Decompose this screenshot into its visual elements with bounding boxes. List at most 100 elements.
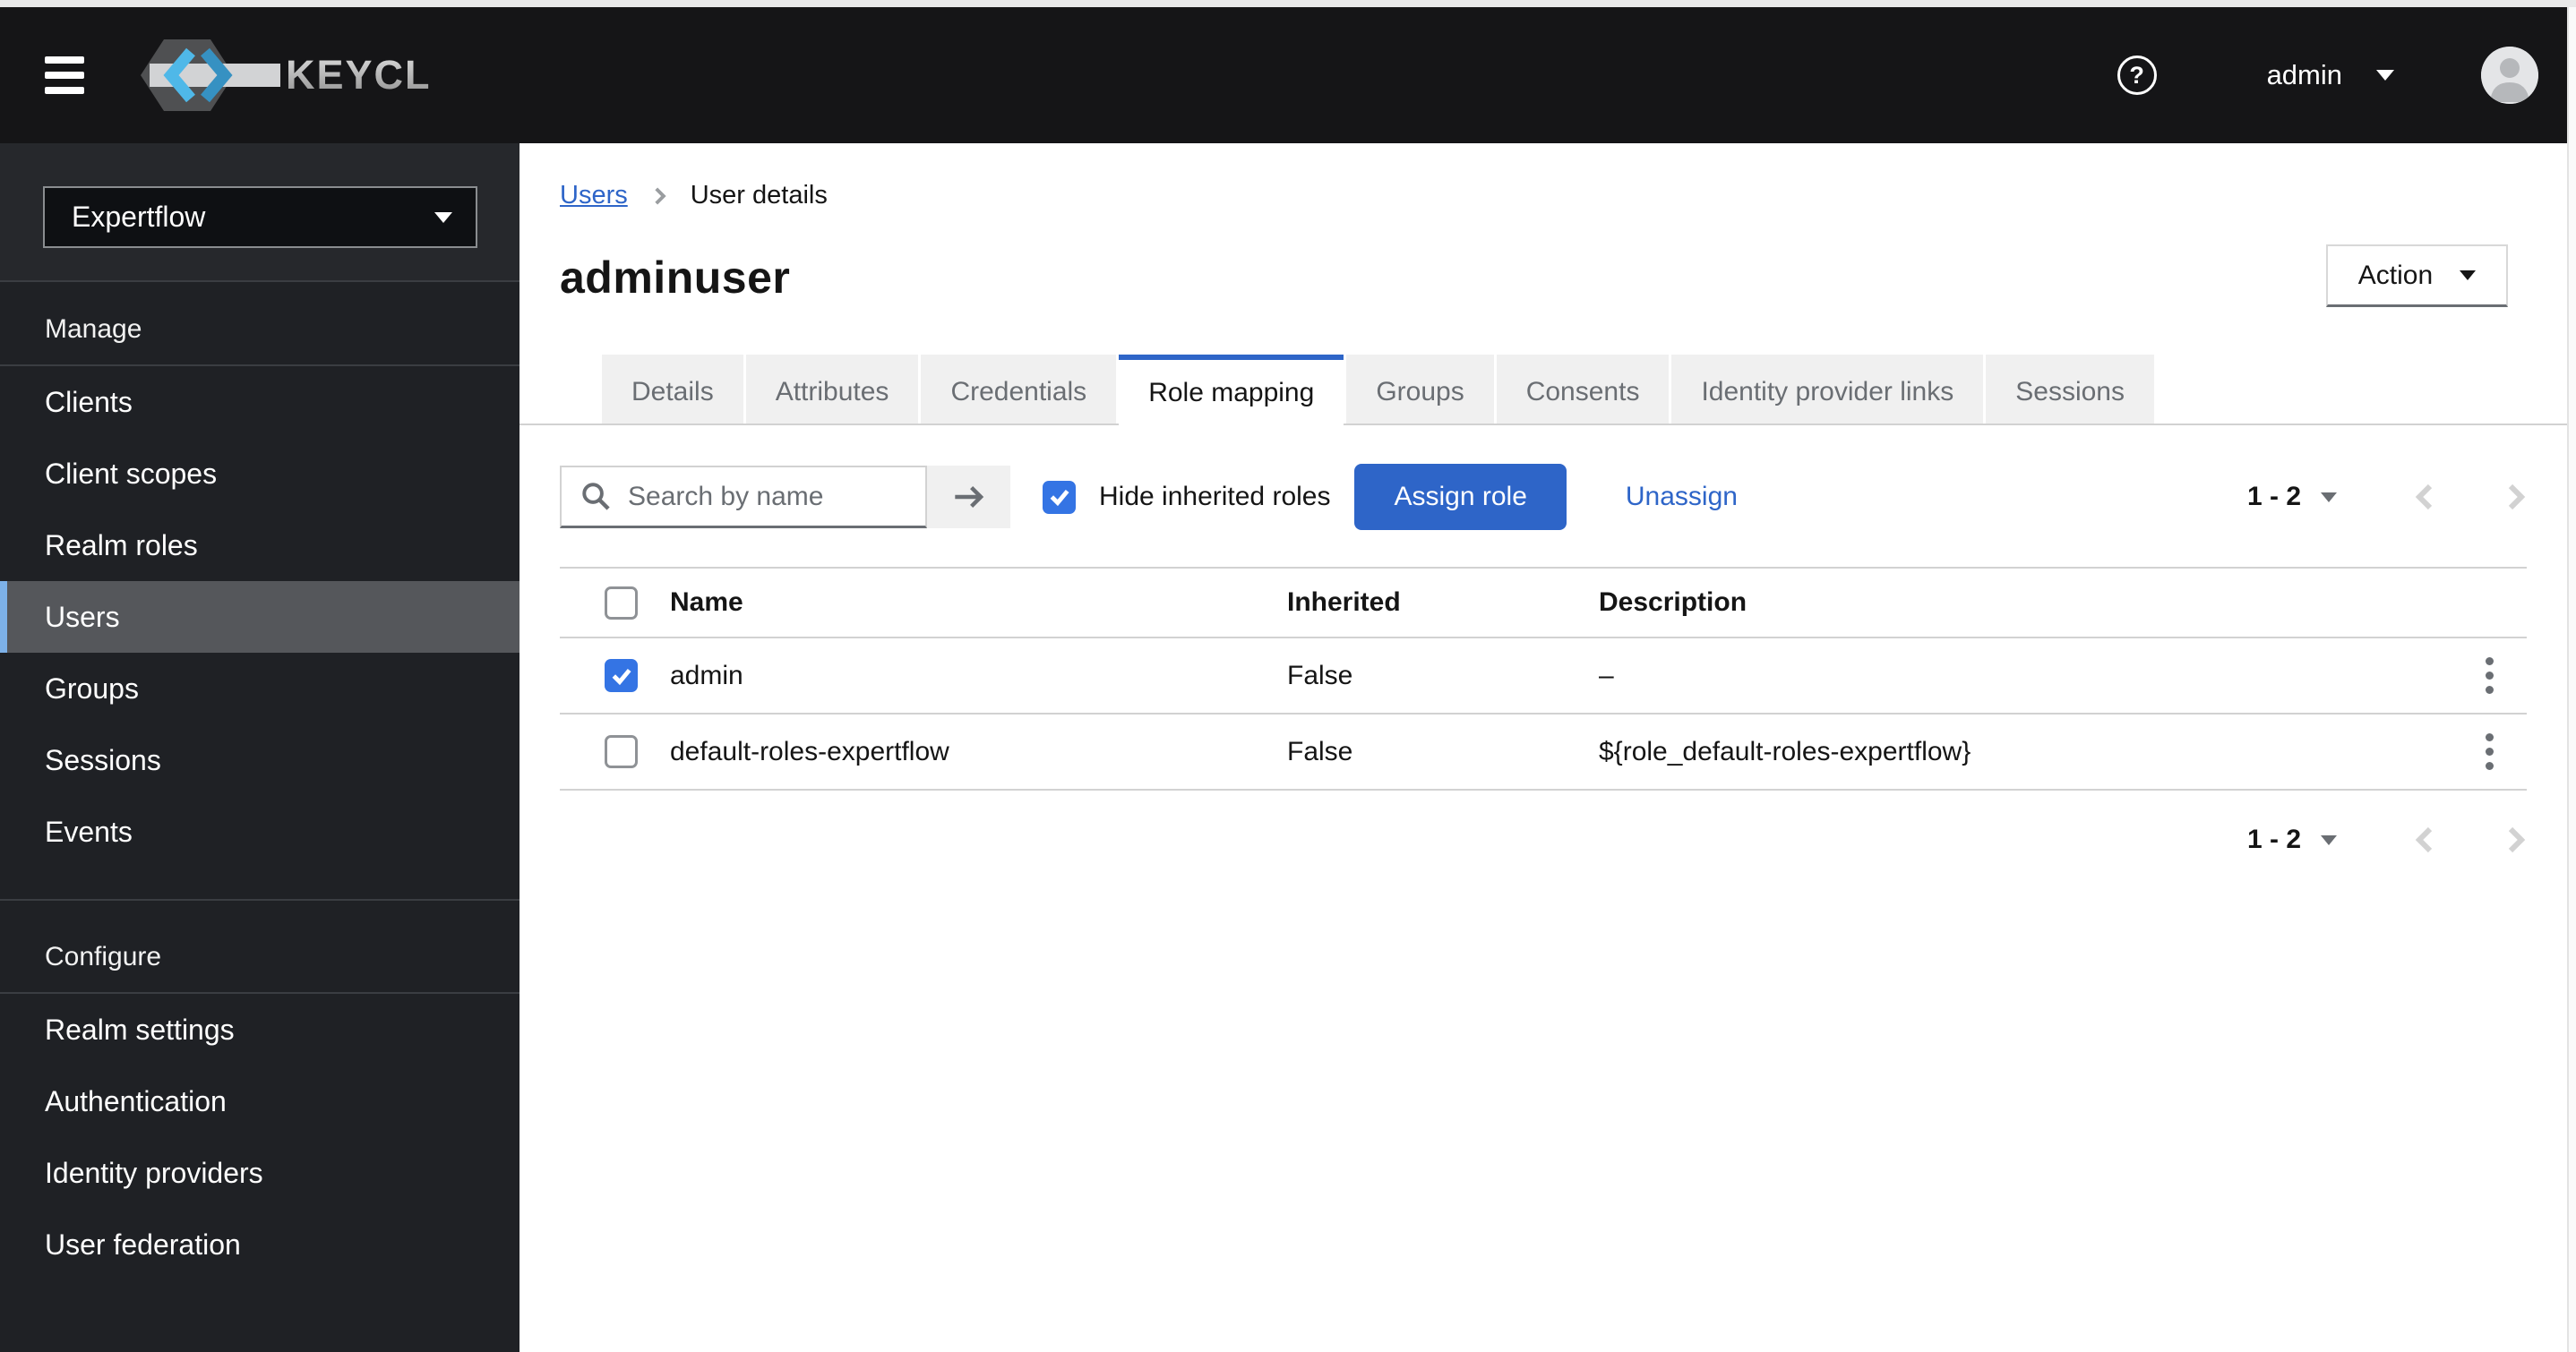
pagination-range: 1 - 2 bbox=[2246, 482, 2301, 511]
sidebar-item-groups[interactable]: Groups bbox=[0, 653, 519, 724]
role-inherited: False bbox=[1287, 736, 1353, 766]
main-content: Users User details adminuser Action Deta… bbox=[519, 143, 2567, 1352]
realm-selector-area: Expertflow bbox=[0, 143, 519, 280]
sidebar: Expertflow Manage Clients Client scopes … bbox=[0, 143, 519, 1352]
tab-sessions[interactable]: Sessions bbox=[1986, 355, 2154, 424]
search-input-wrapper bbox=[560, 466, 927, 528]
tab-consents[interactable]: Consents bbox=[1496, 355, 1670, 424]
vertical-scrollbar[interactable] bbox=[2567, 7, 2576, 1352]
unassign-link[interactable]: Unassign bbox=[1626, 482, 1738, 512]
check-icon bbox=[1050, 489, 1069, 507]
keycloak-admin-console: KEYCLOAK ? admin Expertflow bbox=[0, 7, 2567, 1352]
pagination-range-toggle[interactable]: 1 - 2 bbox=[2247, 482, 2337, 512]
pagination-bottom: 1 - 2 bbox=[2247, 825, 2527, 855]
role-description: ${role_default-roles-expertflow} bbox=[1599, 736, 1971, 766]
hamburger-menu-icon[interactable] bbox=[45, 56, 84, 94]
action-dropdown-button[interactable]: Action bbox=[2326, 244, 2508, 307]
section-label-manage: Manage bbox=[45, 314, 142, 344]
pagination-next-button[interactable] bbox=[2505, 825, 2527, 855]
topbar-right: ? admin bbox=[2117, 47, 2538, 104]
username: admin bbox=[2266, 59, 2342, 90]
assign-role-button[interactable]: Assign role bbox=[1354, 464, 1567, 530]
keycloak-logo-graphic: KEYCLOAK bbox=[141, 39, 433, 111]
window-top-strip bbox=[0, 0, 2576, 7]
breadcrumb-current: User details bbox=[690, 181, 828, 210]
pagination-range: 1 - 2 bbox=[2246, 825, 2301, 854]
avatar[interactable] bbox=[2481, 47, 2538, 104]
kebab-menu-icon[interactable] bbox=[2480, 728, 2499, 775]
sidebar-item-user-federation[interactable]: User federation bbox=[0, 1209, 519, 1280]
row-checkbox[interactable] bbox=[605, 735, 638, 768]
keycloak-logo: KEYCLOAK bbox=[137, 32, 433, 118]
sidebar-item-events[interactable]: Events bbox=[0, 796, 519, 868]
chevron-down-icon bbox=[2321, 492, 2337, 502]
chevron-right-icon bbox=[2508, 826, 2526, 853]
select-all-checkbox[interactable] bbox=[605, 586, 638, 620]
realm-name: Expertflow bbox=[72, 201, 206, 233]
page-title: adminuser bbox=[560, 252, 791, 303]
pagination-range-toggle[interactable]: 1 - 2 bbox=[2247, 825, 2337, 855]
chevron-left-icon bbox=[2415, 483, 2433, 510]
chevron-down-icon bbox=[434, 211, 452, 223]
chevron-down-icon bbox=[2376, 70, 2394, 81]
hide-inherited-checkbox[interactable] bbox=[1043, 480, 1076, 514]
tab-role-mapping[interactable]: Role mapping bbox=[1119, 355, 1344, 425]
chevron-right-icon bbox=[648, 184, 671, 208]
breadcrumb-users-link[interactable]: Users bbox=[560, 181, 628, 210]
search-input[interactable] bbox=[628, 481, 925, 512]
sidebar-item-users[interactable]: Users bbox=[0, 581, 519, 653]
row-checkbox[interactable] bbox=[605, 659, 638, 692]
search-submit-button[interactable] bbox=[927, 466, 1010, 528]
chevron-right-icon bbox=[2508, 483, 2526, 510]
check-icon bbox=[612, 668, 631, 685]
column-header-description: Description bbox=[1599, 587, 1747, 617]
chevron-down-icon bbox=[2460, 270, 2477, 280]
brand-text: KEYCLOAK bbox=[286, 52, 433, 98]
role-name: default-roles-expertflow bbox=[670, 736, 949, 766]
toolbar: Hide inherited roles Assign role Unassig… bbox=[560, 464, 2527, 530]
table-header-row: Name Inherited Description bbox=[560, 569, 2527, 638]
pagination-prev-button[interactable] bbox=[2414, 482, 2435, 512]
pagination-prev-button[interactable] bbox=[2414, 825, 2435, 855]
sidebar-item-sessions[interactable]: Sessions bbox=[0, 724, 519, 796]
sidebar-item-identity-providers[interactable]: Identity providers bbox=[0, 1137, 519, 1209]
pagination-top: 1 - 2 bbox=[2247, 482, 2527, 512]
chevron-left-icon bbox=[2415, 826, 2433, 853]
hide-inherited-roles-control: Hide inherited roles bbox=[1043, 480, 1330, 514]
tab-identity-provider-links[interactable]: Identity provider links bbox=[1671, 355, 1984, 424]
sidebar-item-client-scopes[interactable]: Client scopes bbox=[0, 438, 519, 509]
realm-selector[interactable]: Expertflow bbox=[43, 186, 477, 248]
role-description: – bbox=[1599, 660, 1614, 690]
action-button-label: Action bbox=[2357, 260, 2434, 290]
tab-attributes[interactable]: Attributes bbox=[745, 355, 919, 424]
sidebar-item-clients[interactable]: Clients bbox=[0, 366, 519, 438]
search-group bbox=[560, 466, 1010, 528]
column-header-name: Name bbox=[670, 587, 743, 617]
topbar: KEYCLOAK ? admin bbox=[0, 7, 2567, 143]
section-label-configure: Configure bbox=[45, 942, 162, 971]
sidebar-item-authentication[interactable]: Authentication bbox=[0, 1065, 519, 1137]
tabs-underline bbox=[519, 424, 2567, 425]
role-mapping-table: Name Inherited Description admin False –… bbox=[560, 567, 2527, 791]
table-row: default-roles-expertflow False ${role_de… bbox=[560, 715, 2527, 791]
table-row: admin False – bbox=[560, 638, 2527, 715]
tabs: Details Attributes Credentials Role mapp… bbox=[602, 355, 2527, 425]
hide-inherited-label[interactable]: Hide inherited roles bbox=[1099, 482, 1330, 512]
sidebar-item-realm-settings[interactable]: Realm settings bbox=[0, 994, 519, 1065]
arrow-right-icon bbox=[954, 485, 983, 509]
help-icon[interactable]: ? bbox=[2117, 56, 2157, 95]
column-header-inherited: Inherited bbox=[1287, 587, 1401, 617]
user-menu[interactable]: admin bbox=[2267, 59, 2394, 91]
sidebar-item-realm-roles[interactable]: Realm roles bbox=[0, 509, 519, 581]
breadcrumb: Users User details bbox=[560, 181, 2527, 210]
pagination-next-button[interactable] bbox=[2505, 482, 2527, 512]
kebab-menu-icon[interactable] bbox=[2480, 652, 2499, 699]
tab-details[interactable]: Details bbox=[602, 355, 743, 424]
tab-credentials[interactable]: Credentials bbox=[921, 355, 1117, 424]
person-icon bbox=[2481, 47, 2538, 104]
role-inherited: False bbox=[1287, 660, 1353, 690]
tab-groups[interactable]: Groups bbox=[1346, 355, 1494, 424]
role-name: admin bbox=[670, 660, 743, 690]
search-icon bbox=[582, 482, 610, 510]
chevron-down-icon bbox=[2321, 834, 2337, 845]
